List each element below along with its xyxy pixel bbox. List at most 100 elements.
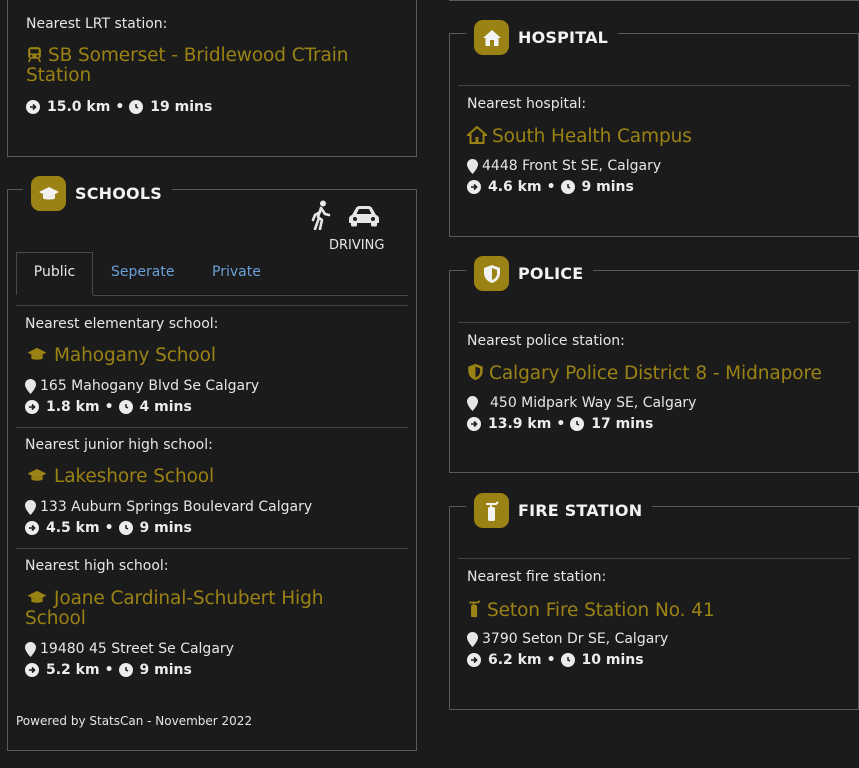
clock-icon [118,400,133,414]
lrt-name-line1: SB Somerset - Bridlewood CTrain [48,45,349,66]
hospital-metrics: 4.6 km • 9 mins [467,179,634,195]
fire-name-text: Seton Fire Station No. 41 [487,600,715,621]
police-name[interactable]: Calgary Police District 8 - Midnapore [467,363,852,384]
fire-header: FIRE STATION [466,493,653,528]
school-2-address-text: 133 Auburn Springs Boulevard Calgary [40,499,313,515]
police-divider [458,322,850,323]
school-2-metrics: 4.5 km • 9 mins [25,520,192,536]
clock-icon [118,521,133,535]
arrow-right-circle-icon [467,180,481,194]
arrow-right-circle-icon [25,663,39,677]
house-icon [474,20,509,55]
fire-title: FIRE STATION [518,501,643,520]
school-3-address: 19480 45 Street Se Calgary [25,641,234,657]
map-pin-icon [467,158,478,174]
top-right-panel-edge [449,0,859,1]
walking-person-icon [311,200,331,231]
school-3-name-line1: Joane Cardinal-Schubert High [54,588,324,609]
school-3-label: Nearest high school: [25,558,169,574]
school-1-name-line1: Mahogany School [54,345,216,366]
schools-header: SCHOOLS [23,176,172,211]
school-1-address: 165 Mahogany Blvd Se Calgary [25,378,259,394]
tab-private[interactable]: Private [212,264,261,280]
hospital-divider [458,85,850,86]
graduation-cap-icon [27,347,47,360]
police-address-text: 450 Midpark Way SE, Calgary [490,395,697,411]
hospital-label: Nearest hospital: [467,96,587,112]
hospital-time: 9 mins [581,179,634,195]
map-pin-icon [467,395,478,411]
car-icon [349,206,379,227]
police-header: POLICE [466,256,594,291]
lrt-name-line2: Station [26,65,92,86]
clock-icon [560,180,575,194]
fire-divider [458,558,850,559]
lrt-distance: 15.0 km [47,99,111,115]
arrow-right-circle-icon [25,521,39,535]
map-pin-icon [25,641,36,657]
police-metrics: 13.9 km • 17 mins [467,416,653,432]
school-3-name[interactable]: Joane Cardinal-Schubert High School [25,589,405,629]
hospital-name-text: South Health Campus [492,126,692,147]
clock-icon [570,417,585,431]
school-2-address: 133 Auburn Springs Boulevard Calgary [25,499,312,515]
footer-credit: Powered by StatsCan - November 2022 [16,714,253,728]
lrt-metrics: 15.0 km • 19 mins [26,99,212,115]
tabs-underline [93,295,408,296]
arrow-right-circle-icon [25,400,39,414]
shield-icon [468,363,483,381]
lrt-panel: Nearest LRT station: SB Somerset - Bridl… [7,0,417,157]
map-pin-icon [25,378,36,394]
driving-mode-button[interactable] [348,205,380,231]
lrt-time: 19 mins [150,99,213,115]
house-icon [465,125,489,144]
walking-mode-button[interactable] [310,200,332,234]
school-1-time: 4 mins [139,399,192,415]
school-3-address-text: 19480 45 Street Se Calgary [40,641,234,657]
hospital-distance: 4.6 km [488,179,542,195]
hospital-header: HOSPITAL [466,20,619,55]
arrow-right-circle-icon [467,653,481,667]
hospital-title: HOSPITAL [518,28,609,47]
shield-icon [474,256,509,291]
lrt-station-name[interactable]: SB Somerset - Bridlewood CTrain Station [26,46,406,86]
tabs-divider [16,305,408,306]
fire-extinguisher-icon [469,600,481,618]
school-3-distance: 5.2 km [46,662,100,678]
police-label: Nearest police station: [467,333,625,349]
arrow-right-circle-icon [467,417,481,431]
clock-icon [129,100,144,114]
tab-public[interactable]: Public [16,252,93,295]
police-title: POLICE [518,264,584,283]
arrow-right-circle-icon [26,100,40,114]
map-pin-icon [25,499,36,515]
hospital-name[interactable]: South Health Campus [465,125,847,147]
police-name-text: Calgary Police District 8 - Midnapore [489,363,822,384]
police-address: 450 Midpark Way SE, Calgary [467,395,696,411]
graduation-cap-icon [27,468,47,481]
school-2-label: Nearest junior high school: [25,437,213,453]
graduation-cap-icon [31,176,66,211]
school-1-distance: 1.8 km [46,399,100,415]
school-1-name[interactable]: Mahogany School [25,346,405,366]
fire-time: 10 mins [581,652,644,668]
fire-extinguisher-icon [474,493,509,528]
driving-mode-label: DRIVING [329,238,385,253]
school-2-distance: 4.5 km [46,520,100,536]
school-2-name[interactable]: Lakeshore School [25,467,405,487]
school-divider-2 [16,548,408,549]
tab-seperate[interactable]: Seperate [111,264,174,280]
fire-address-text: 3790 Seton Dr SE, Calgary [482,631,669,647]
fire-distance: 6.2 km [488,652,542,668]
fire-address: 3790 Seton Dr SE, Calgary [467,631,668,647]
school-1-address-text: 165 Mahogany Blvd Se Calgary [40,378,260,394]
fire-name[interactable]: Seton Fire Station No. 41 [467,599,847,621]
school-1-metrics: 1.8 km • 4 mins [25,399,192,415]
fire-label: Nearest fire station: [467,569,607,585]
map-pin-icon [467,631,478,647]
school-3-time: 9 mins [139,662,192,678]
school-1-label: Nearest elementary school: [25,316,219,332]
school-3-name-line2: School [25,608,86,629]
hospital-address-text: 4448 Front St SE, Calgary [482,158,662,174]
hospital-address: 4448 Front St SE, Calgary [467,158,661,174]
